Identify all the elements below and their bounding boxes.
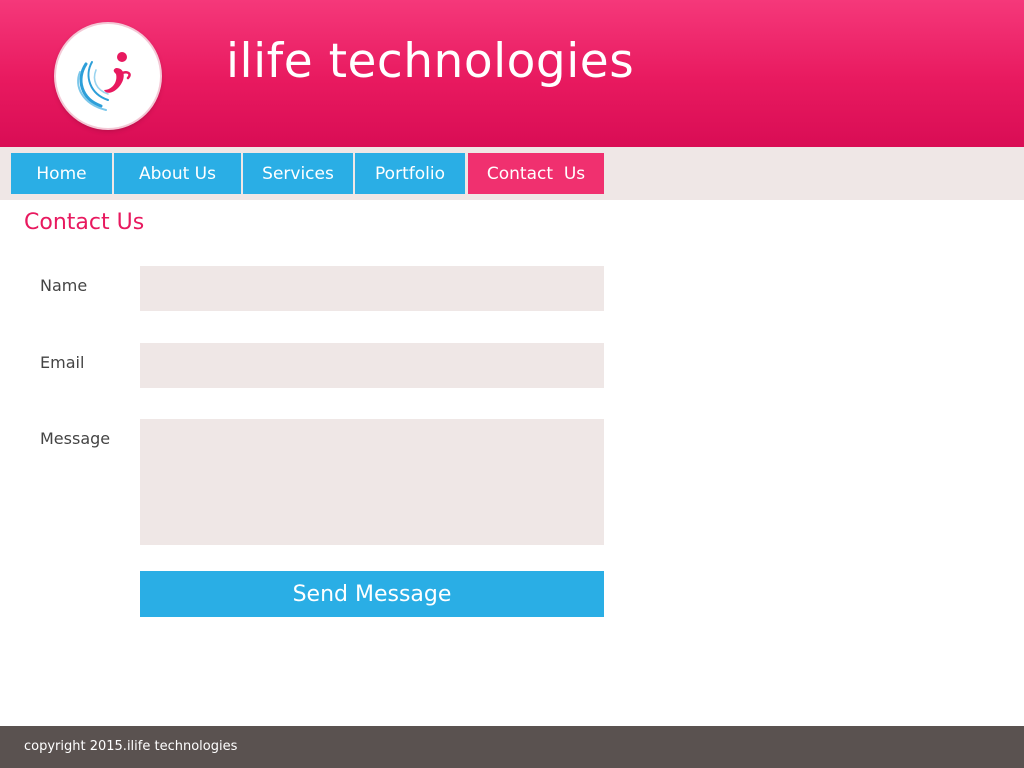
send-message-button[interactable]: Send Message: [140, 571, 604, 617]
main-nav: Home About Us Services Portfolio Contact…: [0, 147, 1024, 200]
name-label: Name: [40, 276, 88, 295]
message-label: Message: [40, 429, 111, 448]
page-title: Contact Us: [24, 210, 145, 235]
site-footer: copyright 2015.ilife technologies: [0, 726, 1024, 768]
nav-item-about-us[interactable]: About Us: [114, 153, 241, 194]
copyright-text: copyright 2015.ilife technologies: [24, 739, 238, 754]
email-input[interactable]: [140, 343, 604, 388]
name-input[interactable]: [140, 266, 604, 311]
logo[interactable]: [56, 24, 160, 128]
message-textarea[interactable]: [140, 419, 604, 545]
email-label: Email: [40, 353, 85, 372]
nav-item-services[interactable]: Services: [243, 153, 353, 194]
ilife-logo-icon: [77, 52, 131, 111]
nav-item-home[interactable]: Home: [11, 153, 112, 194]
site-title: ilife technologies: [226, 34, 635, 89]
nav-item-contact-us[interactable]: Contact Us: [468, 153, 604, 194]
site-header: ilife technologies: [0, 0, 1024, 147]
nav-item-portfolio[interactable]: Portfolio: [355, 153, 465, 194]
